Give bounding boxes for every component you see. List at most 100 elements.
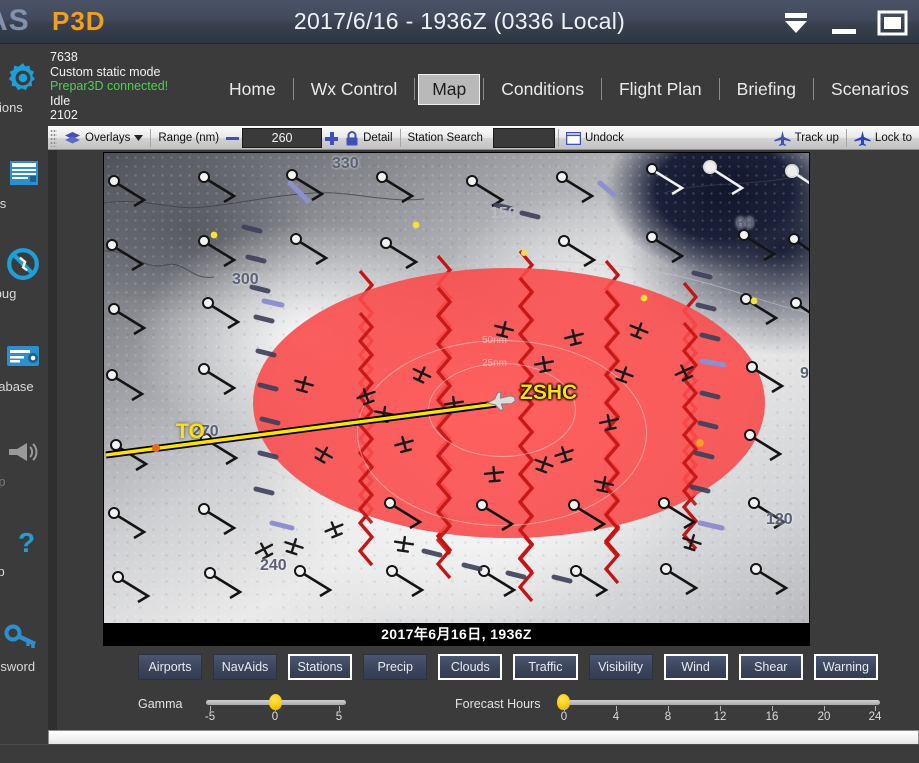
forecast-tick-label: 24 bbox=[868, 711, 882, 723]
window-bottom-edge bbox=[0, 744, 919, 763]
forecast-slider-track[interactable] bbox=[558, 700, 880, 705]
layer-button-wind[interactable]: Wind bbox=[663, 654, 728, 680]
range-label: Range (nm) bbox=[158, 132, 220, 144]
ownship-aircraft-icon bbox=[485, 391, 516, 411]
range-value[interactable]: 260 bbox=[242, 128, 323, 148]
gamma-tick-label: 0 bbox=[271, 711, 279, 723]
sidebar-item-database[interactable]: Database bbox=[0, 337, 48, 403]
tab-separator bbox=[292, 78, 294, 100]
compass-label-240: 240 bbox=[260, 557, 287, 574]
overlays-dropdown[interactable]: Overlays bbox=[57, 127, 150, 149]
status-value: 7638 bbox=[50, 50, 78, 64]
map-canvas[interactable]: 50nm 25nm 330 300 270 240 60 9 120 150 T… bbox=[104, 153, 809, 623]
collapse-button[interactable] bbox=[775, 0, 817, 44]
layer-button-traffic[interactable]: Traffic bbox=[513, 654, 578, 680]
layer-button-visibility[interactable]: Visibility bbox=[588, 654, 653, 680]
tab-wx-control[interactable]: Wx Control bbox=[297, 74, 412, 105]
map-timestamp: 2017年6月16日, 1936Z bbox=[104, 623, 809, 645]
station-label-zshc: ZSHC bbox=[520, 381, 578, 404]
chevron-down-icon bbox=[785, 13, 807, 33]
layer-button-airports[interactable]: Airports bbox=[138, 654, 203, 680]
status-value: Idle bbox=[50, 93, 71, 108]
layer-button-clouds[interactable]: Clouds bbox=[438, 654, 503, 680]
maximize-button[interactable] bbox=[871, 0, 913, 44]
sidebar-item-options[interactable]: Options bbox=[0, 58, 48, 124]
range-decrease-button[interactable] bbox=[226, 136, 240, 140]
gear-icon bbox=[0, 58, 40, 98]
sidebar-item-help[interactable]: ? Help bbox=[0, 522, 48, 588]
debug-icon bbox=[0, 244, 40, 284]
map-toolbar: Overlays Range (nm) 260 Detail Station S… bbox=[48, 126, 919, 150]
sidebar-item-debug[interactable]: Debug bbox=[0, 244, 48, 310]
compass-label-90: 90 bbox=[800, 365, 809, 382]
tab-home[interactable]: Home bbox=[215, 74, 290, 105]
left-sidebar: Options Logs bbox=[0, 44, 48, 744]
window-icon bbox=[565, 131, 581, 145]
forecast-tick-label: 0 bbox=[560, 711, 568, 723]
status-value-connection: Prepar3D connected! bbox=[50, 79, 169, 93]
undock-label: Undock bbox=[584, 132, 624, 144]
panel-divider bbox=[48, 146, 57, 746]
layer-button-stations[interactable]: Stations bbox=[288, 654, 353, 680]
detail-label: Detail bbox=[363, 132, 393, 144]
tab-separator bbox=[600, 78, 602, 100]
compass-label-300: 300 bbox=[232, 271, 259, 288]
sidebar-item-label: Logs bbox=[0, 196, 7, 211]
weather-map[interactable]: 50nm 25nm 330 300 270 240 60 9 120 150 T… bbox=[103, 152, 810, 646]
layer-button-shear[interactable]: Shear bbox=[738, 654, 803, 680]
detail-button[interactable]: Detail bbox=[338, 127, 399, 149]
track-up-button[interactable]: Track up bbox=[767, 127, 846, 149]
main-navigation-tabs: Home Wx Control Map Conditions Flight Pl… bbox=[215, 70, 919, 108]
tab-briefing[interactable]: Briefing bbox=[723, 74, 810, 105]
map-layer-buttons: Airports NavAids Stations Precip Clouds … bbox=[138, 654, 878, 680]
forecast-tick-label: 4 bbox=[612, 711, 620, 723]
station-search-button[interactable]: Station Search bbox=[401, 127, 490, 149]
compass-label-60: 60 bbox=[736, 215, 754, 232]
sidebar-item-logs[interactable]: Logs bbox=[0, 154, 48, 220]
tab-separator bbox=[718, 78, 720, 100]
title-bar: AS P3D 2017/6/16 - 1936Z (0336 Local) bbox=[0, 0, 919, 44]
minimize-button[interactable] bbox=[823, 0, 865, 44]
application-window: AS P3D 2017/6/16 - 1936Z (0336 Local) Ve… bbox=[0, 0, 919, 763]
compass-label-150: 150 bbox=[490, 205, 517, 222]
layers-icon bbox=[65, 132, 80, 144]
sidebar-item-label: Password bbox=[0, 659, 36, 674]
forecast-tick-label: 8 bbox=[664, 711, 672, 723]
undock-button[interactable]: Undock bbox=[559, 127, 631, 149]
layer-button-warning[interactable]: Warning bbox=[813, 654, 878, 680]
gamma-slider-group: Gamma -5 0 5 bbox=[138, 694, 478, 730]
overlays-label: Overlays bbox=[85, 132, 131, 144]
forecast-tick-label: 12 bbox=[713, 711, 727, 723]
tab-separator bbox=[414, 78, 416, 100]
forecast-tick-label: 16 bbox=[765, 711, 779, 723]
forecast-hours-label: Forecast Hours bbox=[455, 697, 541, 711]
sidebar-item-label: Options bbox=[0, 100, 23, 115]
forecast-slider-group: Forecast Hours 0 4 8 12 16 20 24 bbox=[455, 694, 885, 730]
megaphone-icon bbox=[0, 432, 40, 472]
toolbar-grip[interactable] bbox=[50, 129, 57, 147]
range-increase-button[interactable] bbox=[325, 131, 339, 145]
tab-separator bbox=[813, 78, 815, 100]
sidebar-item-prep[interactable]: Prep bbox=[0, 432, 48, 498]
layer-button-precip[interactable]: Precip bbox=[363, 654, 428, 680]
sidebar-item-password[interactable]: Password bbox=[0, 617, 48, 683]
gamma-label: Gamma bbox=[138, 697, 183, 711]
route-label: TO bbox=[176, 420, 205, 443]
lock-to-button[interactable]: Lock to bbox=[847, 127, 919, 149]
gamma-tick-label: 5 bbox=[335, 711, 343, 723]
status-value: 2102 bbox=[50, 108, 78, 122]
sidebar-item-label: Prep bbox=[0, 474, 6, 489]
tab-conditions[interactable]: Conditions bbox=[487, 74, 598, 105]
aircraft-icon bbox=[854, 130, 871, 146]
chevron-down-icon bbox=[134, 135, 144, 141]
lock-icon bbox=[346, 130, 358, 145]
tab-flight-plan[interactable]: Flight Plan bbox=[605, 74, 716, 105]
sidebar-item-label: Database bbox=[0, 379, 34, 394]
tab-map[interactable]: Map bbox=[418, 73, 481, 105]
sidebar-item-label: Help bbox=[0, 564, 5, 579]
station-search-input[interactable] bbox=[492, 128, 555, 148]
svg-text:?: ? bbox=[18, 527, 35, 558]
wind-barb-layer bbox=[105, 160, 809, 604]
layer-button-navaids[interactable]: NavAids bbox=[213, 654, 278, 680]
tab-scenarios[interactable]: Scenarios bbox=[817, 74, 919, 105]
